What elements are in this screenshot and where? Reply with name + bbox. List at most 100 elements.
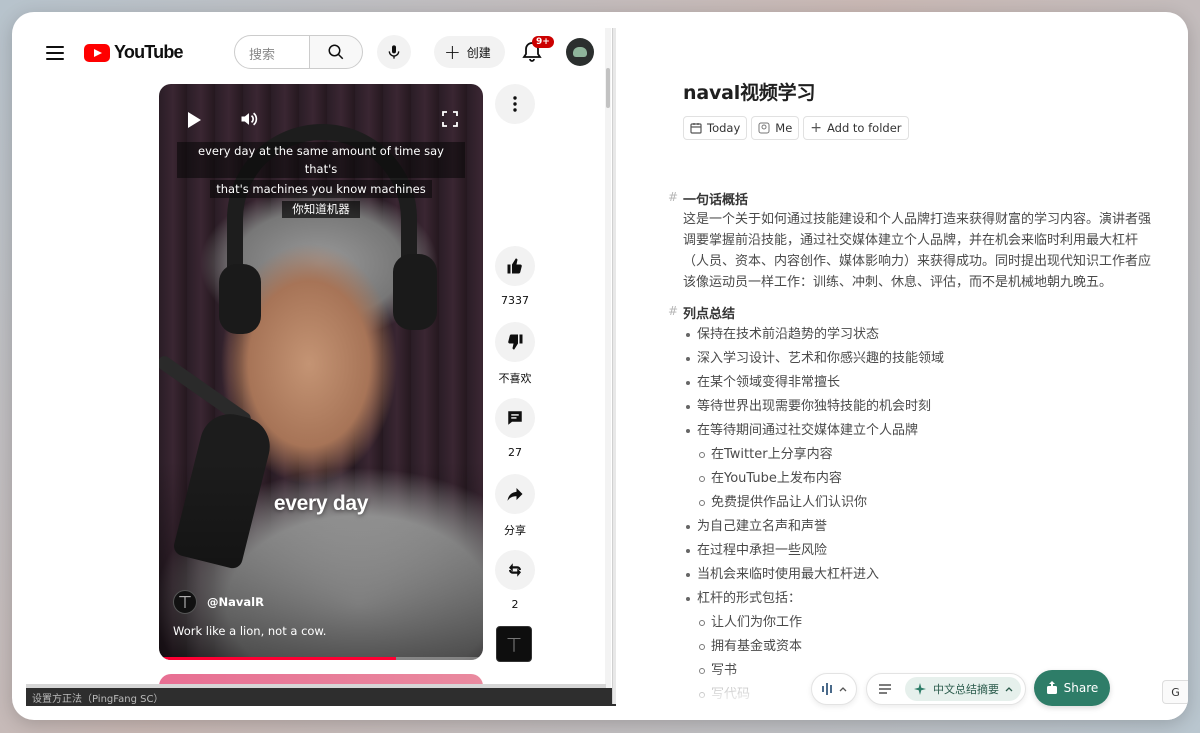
list-item[interactable]: 当机会来临时使用最大杠杆进入 (683, 563, 1188, 587)
dislike-action[interactable]: 不喜欢 (494, 322, 536, 386)
summary-paragraph[interactable]: 这是一个关于如何通过技能建设和个人品牌打造来获得财富的学习内容。演讲者强 调要掌… (683, 209, 1188, 293)
share-label: Share (1063, 681, 1099, 695)
subtitle-line-1: every day at the same amount of time say… (177, 142, 465, 178)
subtitle-translation: 你知道机器 (282, 201, 360, 218)
app-window: YouTube 搜索 + 创建 9+ every day at the same… (12, 12, 1188, 720)
alien-avatar-icon (573, 47, 587, 57)
side-panel-button[interactable]: G (1162, 680, 1188, 704)
list-item[interactable]: 为自己建立名声和声誉 (683, 515, 1188, 539)
like-action[interactable]: 7337 (494, 246, 536, 307)
more-vertical-icon (513, 96, 517, 112)
menu-icon[interactable] (46, 46, 64, 60)
plus-icon: + (444, 40, 461, 64)
section-heading-summary: 一句话概括 (683, 193, 749, 208)
list-item[interactable]: 在等待期间通过社交媒体建立个人品牌 (683, 419, 1188, 443)
summary-template-label: 中文总结摘要 (933, 683, 999, 696)
owner-chip-label: Me (775, 121, 793, 135)
summary-template-button[interactable]: 中文总结摘要 (905, 677, 1021, 701)
notification-badge: 9+ (532, 36, 554, 48)
youtube-panel: YouTube 搜索 + 创建 9+ every day at the same… (26, 28, 621, 700)
video-progress-fill (159, 657, 396, 660)
date-chip-label: Today (707, 121, 741, 135)
channel-thumbnail-icon[interactable]: ⏉ (496, 626, 532, 662)
voice-search-button[interactable] (377, 35, 411, 69)
list-icon[interactable] (877, 681, 893, 697)
sub-list-item[interactable]: 拥有基金或资本 (683, 635, 1188, 659)
add-to-folder-label: Add to folder (827, 121, 902, 135)
list-item[interactable]: 在过程中承担一些风险 (683, 539, 1188, 563)
font-status-strip: 设置方正法（PingFang SC） (26, 688, 626, 706)
search-icon (328, 44, 344, 60)
avatar[interactable] (566, 38, 594, 66)
share-button[interactable]: Share (1034, 670, 1110, 706)
list-item[interactable]: 保持在技术前沿趋势的学习状态 (683, 323, 1188, 347)
youtube-header: YouTube 搜索 + 创建 9+ (26, 28, 621, 84)
bullet-list[interactable]: 保持在技术前沿趋势的学习状态 深入学习设计、艺术和你感兴趣的技能领域 在某个领域变得… (683, 323, 1188, 720)
page-title[interactable]: naval视频学习 (683, 78, 815, 105)
comment-icon (508, 411, 522, 425)
summary-line: 这是一个关于如何通过技能建设和个人品牌打造来获得财富的学习内容。演讲者强 (683, 212, 1152, 227)
summary-line: 该像运动员一样工作：训练、冲刺、休息、评估，而不是机械地朝九晚五。 (683, 275, 1113, 290)
remix-action[interactable]: 2 (494, 550, 536, 611)
heading-hash-icon: # (668, 304, 679, 318)
fullscreen-icon[interactable] (442, 111, 458, 127)
video-title[interactable]: Work like a lion, not a cow. (173, 624, 326, 638)
notes-panel: naval视频学习 Today Me + Add to folder # 一句话… (616, 28, 1188, 720)
list-item[interactable]: 等待世界出现需要你独特技能的机会时刻 (683, 395, 1188, 419)
share-upload-icon (1046, 681, 1057, 694)
video-frame-earcup-left (219, 264, 261, 334)
comments-button[interactable] (495, 398, 535, 438)
search-button[interactable] (309, 35, 363, 69)
sub-list-item[interactable]: 在YouTube上发布内容 (683, 467, 1188, 491)
youtube-logo-text: YouTube (114, 42, 184, 62)
subtitle-line-2: that's machines you know machines (210, 180, 432, 198)
search-input[interactable]: 搜索 (234, 35, 310, 69)
audio-wave-icon (822, 683, 832, 695)
more-options[interactable] (494, 84, 536, 124)
share-arrow-icon (507, 488, 523, 501)
remix-icon (509, 563, 521, 577)
channel-logo-icon: ⏉ (173, 590, 197, 614)
video-progress-bar[interactable] (159, 657, 483, 660)
sub-list-item[interactable]: 让人们为你工作 (683, 611, 1188, 635)
list-item[interactable]: 在某个领域变得非常擅长 (683, 371, 1188, 395)
owner-chip[interactable]: Me (751, 116, 800, 140)
video-player[interactable]: every day at the same amount of time say… (159, 84, 483, 660)
comments-action[interactable]: 27 (494, 398, 536, 459)
sub-list-item[interactable]: 在Twitter上分享内容 (683, 443, 1188, 467)
add-to-folder-button[interactable]: + Add to folder (803, 116, 909, 140)
summary-toolbar: 中文总结摘要 (866, 673, 1026, 705)
play-icon[interactable] (186, 111, 202, 129)
share-button[interactable] (495, 474, 535, 514)
subtitle-box: every day at the same amount of time say… (177, 142, 465, 218)
channel-link[interactable]: ⏉ @NavalR (173, 590, 264, 614)
youtube-logo[interactable]: YouTube (84, 42, 184, 63)
share-label: 分享 (504, 524, 526, 537)
sub-list-item[interactable]: 免费提供作品让人们认识你 (683, 491, 1188, 515)
volume-icon[interactable] (239, 109, 259, 129)
comment-count: 27 (508, 446, 522, 459)
date-chip[interactable]: Today (683, 116, 748, 140)
share-action[interactable]: 分享 (494, 474, 536, 538)
plus-icon: + (810, 120, 822, 136)
like-button[interactable] (495, 246, 535, 286)
heading-hash-icon: # (668, 190, 679, 204)
list-item[interactable]: 深入学习设计、艺术和你感兴趣的技能领域 (683, 347, 1188, 371)
note-meta: Today Me + Add to folder (683, 116, 909, 140)
burned-in-caption: every day (273, 492, 369, 515)
remix-button[interactable] (495, 550, 535, 590)
youtube-scrollbar[interactable] (605, 28, 611, 688)
section-heading-bullets: 列点总结 (683, 307, 736, 322)
list-item[interactable]: 杠杆的形式包括： (683, 587, 1188, 611)
chevron-up-icon (1005, 687, 1013, 692)
user-icon (758, 122, 770, 134)
more-options-button[interactable] (495, 84, 535, 124)
chevron-up-icon (839, 687, 847, 692)
thumbs-down-icon (508, 334, 523, 350)
dislike-button[interactable] (495, 322, 535, 362)
thumbs-up-icon (507, 258, 522, 274)
sparkle-icon (914, 683, 926, 695)
create-button[interactable]: + 创建 (434, 36, 505, 68)
calendar-icon (690, 123, 702, 134)
voice-button[interactable] (811, 673, 857, 705)
